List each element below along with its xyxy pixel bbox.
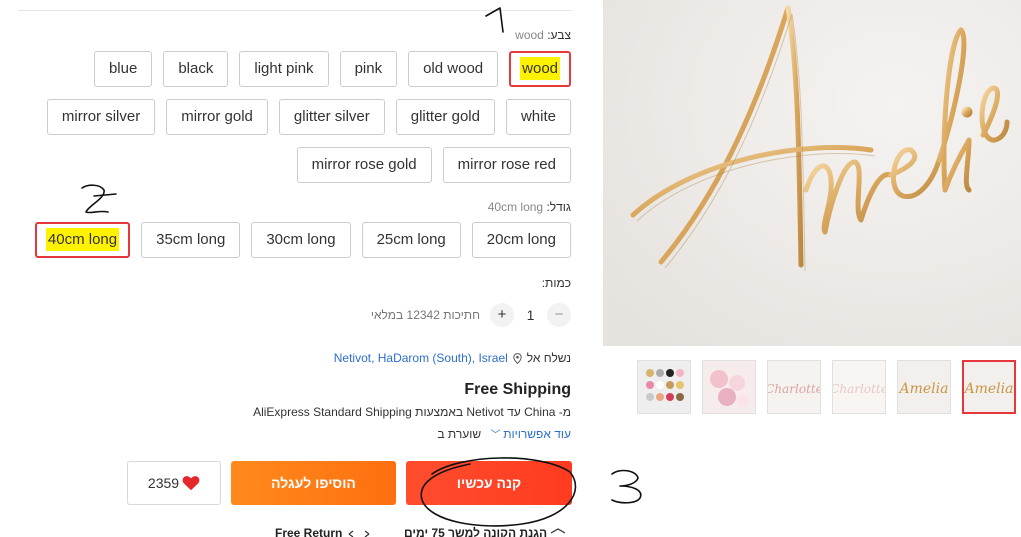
thumb-caption: Charlotte (768, 382, 820, 396)
ship-to: נשלח אל Netivot, HaDarom (South), Israel (334, 351, 571, 365)
quantity-increase-button[interactable]: + (490, 303, 514, 327)
buyer-protection-text: הגנת הקונה למשך 75 ימים (404, 526, 548, 537)
buyer-protection: הגנת הקונה למשך 75 ימים (404, 526, 566, 537)
color-option-black[interactable]: black (163, 51, 229, 87)
size-option-35cm[interactable]: 35cm long (141, 222, 241, 258)
size-label: גודל: 40cm long (488, 200, 571, 214)
location-pin-icon (513, 352, 522, 364)
stock-count: חתיכות 12342 במלאי (370, 308, 480, 322)
arrival-estimate: שוערת ב (437, 427, 482, 441)
thumbnail-strip: Charlotte Charlotte Amelia Amelia (637, 360, 1016, 414)
thumb-image: Amelia (964, 362, 1014, 412)
color-option-light-pink[interactable]: light pink (239, 51, 329, 87)
thumb-amelia-2[interactable]: Amelia (897, 360, 951, 414)
thumb-charlotte-light[interactable]: Charlotte (832, 360, 886, 414)
color-option-white[interactable]: white (505, 99, 571, 135)
heart-icon (182, 476, 200, 491)
product-photo (603, 0, 1021, 346)
thumb-charlotte-rose[interactable]: Charlotte (767, 360, 821, 414)
color-option-glitter-gold[interactable]: glitter gold (395, 99, 495, 135)
more-options-label: עוד אפשרויות (503, 427, 571, 441)
ship-to-location-link[interactable]: Netivot, HaDarom (South), Israel (334, 351, 508, 365)
thumb-caption: Amelia (898, 381, 948, 397)
size-option-30cm[interactable]: 30cm long (251, 222, 351, 258)
thumb-image: Charlotte (768, 361, 820, 413)
free-return: Free Return (275, 526, 372, 537)
thumb-image (638, 361, 690, 413)
color-option-mirror-gold[interactable]: mirror gold (166, 99, 268, 135)
divider (18, 10, 572, 11)
thumb-caption: Amelia (964, 381, 1013, 397)
color-option-mirror-silver[interactable]: mirror silver (46, 99, 156, 135)
annotation-mark-2 (81, 184, 117, 214)
quantity-label: כמות: (541, 276, 571, 290)
size-option-label: 40cm long (45, 228, 120, 251)
color-label-text: צבע: (547, 28, 571, 42)
buy-now-button[interactable]: קנה עכשיו (406, 461, 572, 505)
quantity-value[interactable]: 1 (514, 307, 547, 323)
main-product-image[interactable] (603, 0, 1021, 346)
add-to-cart-button[interactable]: הוסיפו לעגלה (231, 461, 396, 505)
color-option-pink[interactable]: pink (339, 51, 398, 87)
thumb-color-swatches[interactable] (637, 360, 691, 414)
free-shipping-title: Free Shipping (464, 381, 571, 398)
size-option-40cm[interactable]: 40cm long (34, 222, 131, 258)
color-option-wood[interactable]: wood (509, 51, 571, 87)
thumb-image: Amelia (898, 361, 950, 413)
wishlist-count: 2359 (147, 475, 180, 491)
color-selected-value: wood (515, 28, 544, 42)
thumb-image (703, 361, 755, 413)
thumb-image: Charlotte (833, 361, 885, 413)
color-options-row-3: mirror rose red mirror rose gold (296, 147, 571, 183)
color-option-mirror-rose-red[interactable]: mirror rose red (442, 147, 571, 183)
shipping-method: מ- China עד Netivot באמצעות AliExpress S… (253, 405, 571, 419)
color-label: צבע: wood (515, 28, 571, 42)
shipping-more-row: עוד אפשרויות ﹀ שוערת ב (437, 426, 571, 441)
size-label-text: גודל: (546, 200, 571, 214)
size-selected-value: 40cm long (487, 200, 544, 214)
thumb-amelia-selected[interactable]: Amelia (962, 360, 1016, 414)
more-options-link[interactable]: עוד אפשרויות ﹀ (490, 427, 571, 441)
annotation-mark-3 (611, 469, 642, 504)
color-options-row-1: wood old wood pink light pink black blue (93, 51, 571, 87)
color-option-glitter-silver[interactable]: glitter silver (278, 99, 385, 135)
color-option-label: wood (520, 57, 560, 80)
color-option-blue[interactable]: blue (93, 51, 153, 87)
ship-to-label: נשלח אל (526, 351, 571, 365)
quantity-decrease-button[interactable]: − (547, 303, 571, 327)
thumb-flowers[interactable] (702, 360, 756, 414)
free-return-text: Free Return (275, 526, 343, 537)
annotation-mark-1 (485, 7, 504, 33)
wishlist-button[interactable]: 2359 (127, 461, 221, 505)
color-option-old-wood[interactable]: old wood (408, 51, 499, 87)
shield-icon (551, 528, 566, 534)
size-options-row: 20cm long 25cm long 30cm long 35cm long … (34, 222, 571, 258)
chevron-down-icon: ﹀ (490, 430, 504, 441)
quantity-stepper: − 1 + חתיכות 12342 במלאי (371, 303, 571, 327)
size-option-20cm[interactable]: 20cm long (471, 222, 571, 258)
return-icon (348, 530, 370, 537)
thumb-caption: Charlotte (833, 382, 885, 396)
color-options-row-2: white glitter gold glitter silver mirror… (46, 99, 571, 135)
size-option-25cm[interactable]: 25cm long (361, 222, 461, 258)
color-option-mirror-rose-gold[interactable]: mirror rose gold (296, 147, 432, 183)
